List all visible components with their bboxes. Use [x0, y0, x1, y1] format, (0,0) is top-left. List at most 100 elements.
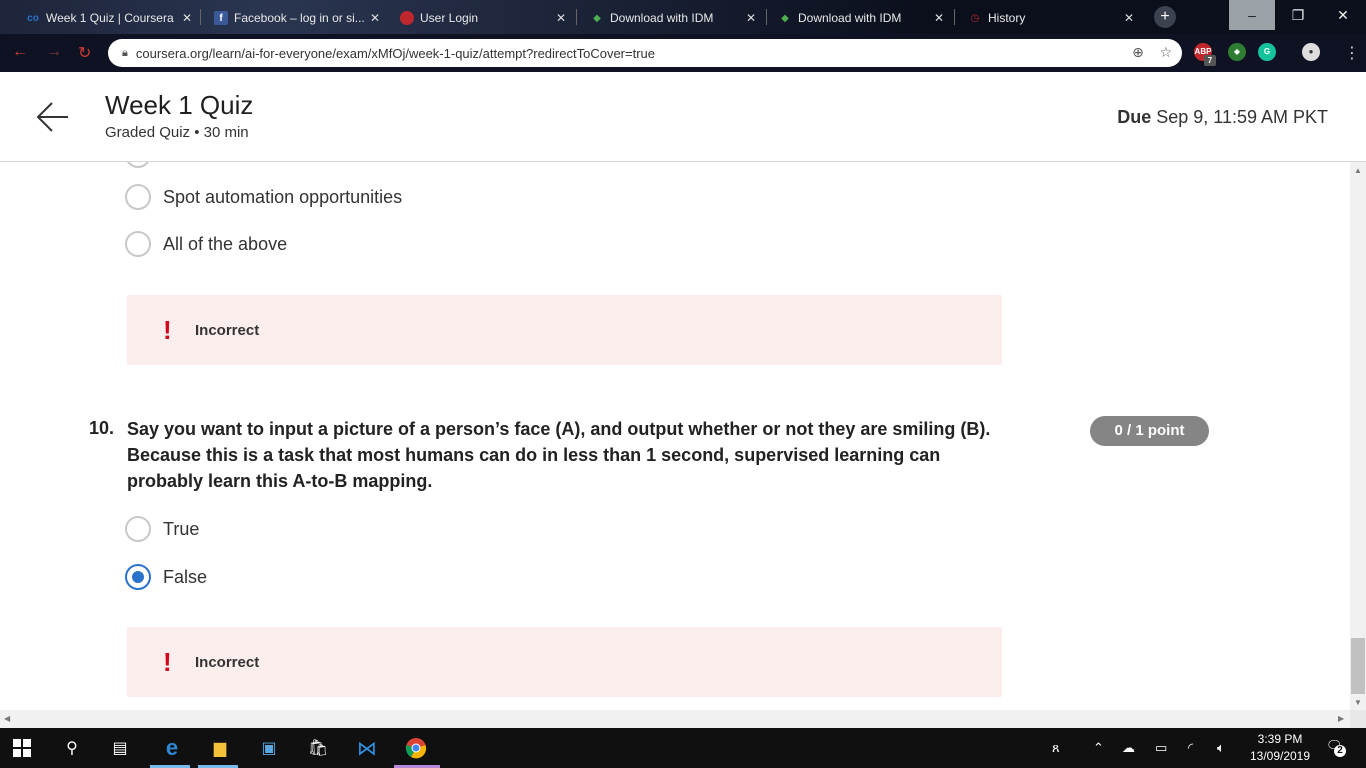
- close-icon[interactable]: ✕: [1124, 11, 1134, 25]
- menu-icon[interactable]: ⋮: [1344, 43, 1360, 63]
- wifi-icon[interactable]: ◜: [1188, 740, 1193, 756]
- profile-avatar[interactable]: ●: [1302, 43, 1320, 61]
- onedrive-icon[interactable]: ☁: [1122, 740, 1135, 756]
- tab-label: User Login: [420, 11, 479, 25]
- close-icon[interactable]: ✕: [934, 11, 944, 25]
- tab-label: History: [988, 11, 1026, 25]
- store-icon[interactable]: 🛍︎: [306, 736, 330, 760]
- back-arrow-icon[interactable]: [36, 100, 70, 134]
- file-explorer-icon[interactable]: ▆: [208, 736, 232, 760]
- exclamation-icon: !: [163, 646, 172, 677]
- scroll-up-icon[interactable]: ▲: [1354, 166, 1362, 175]
- clock-date: 13/09/2019: [1249, 749, 1311, 763]
- adblock-badge: 7: [1204, 55, 1216, 66]
- bookmark-star-icon[interactable]: ☆: [1159, 44, 1172, 60]
- task-view-icon[interactable]: ▤: [108, 736, 132, 760]
- scroll-down-icon[interactable]: ▼: [1354, 698, 1362, 707]
- windows-taskbar: ⚲ ▤ e ▆ ▣ 🛍︎ ⋈ ጸ ⌃ ☁ ▭ ◜ 🔈︎ 3:39 PM 13/0…: [0, 728, 1366, 768]
- search-icon[interactable]: ⚲: [60, 736, 84, 760]
- feedback-incorrect: ! Incorrect: [127, 295, 1002, 365]
- close-icon[interactable]: ✕: [746, 11, 756, 25]
- people-icon[interactable]: ጸ: [1052, 740, 1060, 756]
- scroll-left-icon[interactable]: ◀: [4, 714, 10, 723]
- new-tab-button[interactable]: +: [1154, 6, 1176, 28]
- lock-icon: 🔒︎: [122, 46, 128, 59]
- windows-start-icon[interactable]: [10, 736, 34, 760]
- feedback-text: Incorrect: [195, 653, 260, 671]
- tab-user-login[interactable]: User Login ✕: [392, 5, 572, 31]
- zoom-icon[interactable]: ⊕: [1132, 44, 1144, 60]
- close-icon[interactable]: ✕: [182, 11, 192, 25]
- option-true[interactable]: True: [125, 516, 199, 542]
- quiz-subtitle: Graded Quiz • 30 min: [105, 124, 249, 141]
- quiz-header: Week 1 Quiz Graded Quiz • 30 min Due Sep…: [0, 72, 1366, 162]
- option-spot-automation[interactable]: Spot automation opportunities: [125, 184, 402, 210]
- page-title: Week 1 Quiz: [105, 90, 254, 120]
- radio-button[interactable]: [125, 516, 151, 542]
- tab-label: Download with IDM: [798, 11, 902, 25]
- option-all-of-the-above[interactable]: All of the above: [125, 231, 287, 257]
- feedback-text: Incorrect: [195, 321, 260, 339]
- browser-tab-strip: co Week 1 Quiz | Coursera ✕ f Facebook –…: [0, 0, 1366, 34]
- question-text: Say you want to input a picture of a per…: [127, 419, 991, 491]
- close-window-button[interactable]: ✕: [1320, 0, 1366, 30]
- option-label: Spot automation opportunities: [163, 186, 403, 207]
- volume-icon[interactable]: 🔈︎: [1217, 740, 1225, 756]
- idm-icon: ◆: [781, 12, 789, 24]
- tab-idm-1[interactable]: ◆ Download with IDM ✕: [582, 5, 762, 31]
- tab-separator: [766, 9, 767, 25]
- tab-separator: [954, 9, 955, 25]
- user-login-icon: [400, 11, 414, 25]
- option-label: False: [163, 566, 208, 587]
- history-icon: ◷: [970, 12, 980, 24]
- tab-separator: [200, 9, 201, 25]
- radio-button-selected[interactable]: [125, 564, 151, 590]
- scroll-right-icon[interactable]: ▶: [1338, 714, 1344, 723]
- reload-icon[interactable]: ↻: [78, 43, 91, 63]
- quiz-content: Spot automation opportunities All of the…: [0, 162, 1350, 710]
- radio-button[interactable]: [125, 231, 151, 257]
- chevron-up-icon[interactable]: ⌃: [1093, 740, 1104, 756]
- chrome-icon[interactable]: [404, 736, 428, 760]
- question-number: 10.: [89, 418, 115, 438]
- option-label: True: [163, 518, 200, 539]
- horizontal-scrollbar[interactable]: ◀ ▶: [0, 710, 1350, 728]
- grammarly-extension-icon[interactable]: G: [1258, 43, 1276, 61]
- minimize-button[interactable]: –: [1229, 0, 1275, 30]
- restore-button[interactable]: ❐: [1275, 0, 1321, 30]
- option-false[interactable]: False: [125, 564, 207, 590]
- tab-label: Facebook – log in or si...: [234, 11, 364, 25]
- control-panel-icon[interactable]: ▣: [257, 736, 281, 760]
- url-text: coursera.org/learn/ai-for-everyone/exam/…: [135, 45, 655, 61]
- tab-idm-2[interactable]: ◆ Download with IDM ✕: [770, 5, 950, 31]
- coursera-icon: co: [27, 12, 39, 24]
- edge-icon[interactable]: e: [160, 735, 184, 760]
- forward-icon[interactable]: →: [46, 43, 62, 61]
- system-clock[interactable]: 3:39 PM 13/09/2019: [1240, 731, 1320, 765]
- tab-label: Week 1 Quiz | Coursera: [46, 11, 174, 25]
- scrollbar-corner: [1350, 710, 1366, 728]
- tab-facebook[interactable]: f Facebook – log in or si... ✕: [206, 5, 386, 31]
- browser-toolbar: ← → ↻ 🔒︎ coursera.org/learn/ai-for-every…: [0, 34, 1366, 72]
- option-label: All of the above: [163, 233, 288, 254]
- tab-history[interactable]: ◷ History ✕: [960, 5, 1140, 31]
- close-icon[interactable]: ✕: [370, 11, 380, 25]
- tab-separator: [576, 9, 577, 25]
- tab-coursera[interactable]: co Week 1 Quiz | Coursera ✕: [18, 5, 198, 31]
- radio-button[interactable]: [125, 184, 151, 210]
- vertical-scrollbar[interactable]: ▲ ▼: [1350, 162, 1366, 710]
- exclamation-icon: !: [163, 314, 172, 345]
- back-icon[interactable]: ←: [12, 43, 28, 61]
- radio-button[interactable]: [125, 162, 151, 168]
- address-bar[interactable]: 🔒︎ coursera.org/learn/ai-for-everyone/ex…: [108, 39, 1182, 67]
- battery-icon[interactable]: ▭: [1155, 740, 1167, 756]
- idm-icon: ◆: [593, 12, 601, 24]
- scrollbar-thumb[interactable]: [1351, 638, 1365, 694]
- close-icon[interactable]: ✕: [556, 11, 566, 25]
- due-date: Due Sep 9, 11:59 AM PKT: [1117, 107, 1328, 128]
- idm-extension-icon[interactable]: ◆: [1228, 43, 1246, 61]
- tab-label: Download with IDM: [610, 11, 714, 25]
- notification-count: 2: [1334, 745, 1346, 757]
- vscode-icon[interactable]: ⋈: [355, 736, 379, 760]
- feedback-incorrect: ! Incorrect: [127, 627, 1002, 697]
